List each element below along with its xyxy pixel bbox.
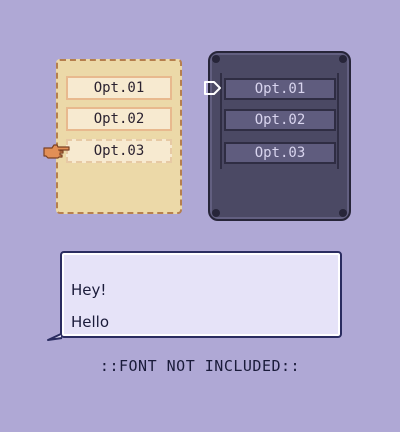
corner-rivet [339,209,347,217]
pointing-hand-icon [43,144,70,159]
dark-menu-option-2[interactable]: Opt.02 [224,109,336,131]
dialog-line-2: Hello [71,313,110,331]
dialog-box: Hey! Hello [60,251,342,338]
light-menu-panel: Opt.01 Opt.02 Opt.03 [56,59,182,214]
dark-menu-panel: Opt.01 Opt.02 Opt.03 [208,51,351,221]
caption-text: ::FONT NOT INCLUDED:: [99,357,301,375]
outline-arrow-icon [204,81,221,95]
corner-rivet [339,55,347,63]
corner-rivet [212,55,220,63]
dialog-tail [47,316,63,341]
dialog-line-1: Hey! [71,281,107,299]
light-menu-option-1[interactable]: Opt.01 [66,76,172,100]
light-menu-option-2[interactable]: Opt.02 [66,107,172,131]
dark-menu-option-3[interactable]: Opt.03 [224,142,336,164]
light-menu-option-3[interactable]: Opt.03 [66,139,172,163]
dark-menu-option-1[interactable]: Opt.01 [224,78,336,100]
corner-rivet [212,209,220,217]
option-rail-right [337,73,339,169]
